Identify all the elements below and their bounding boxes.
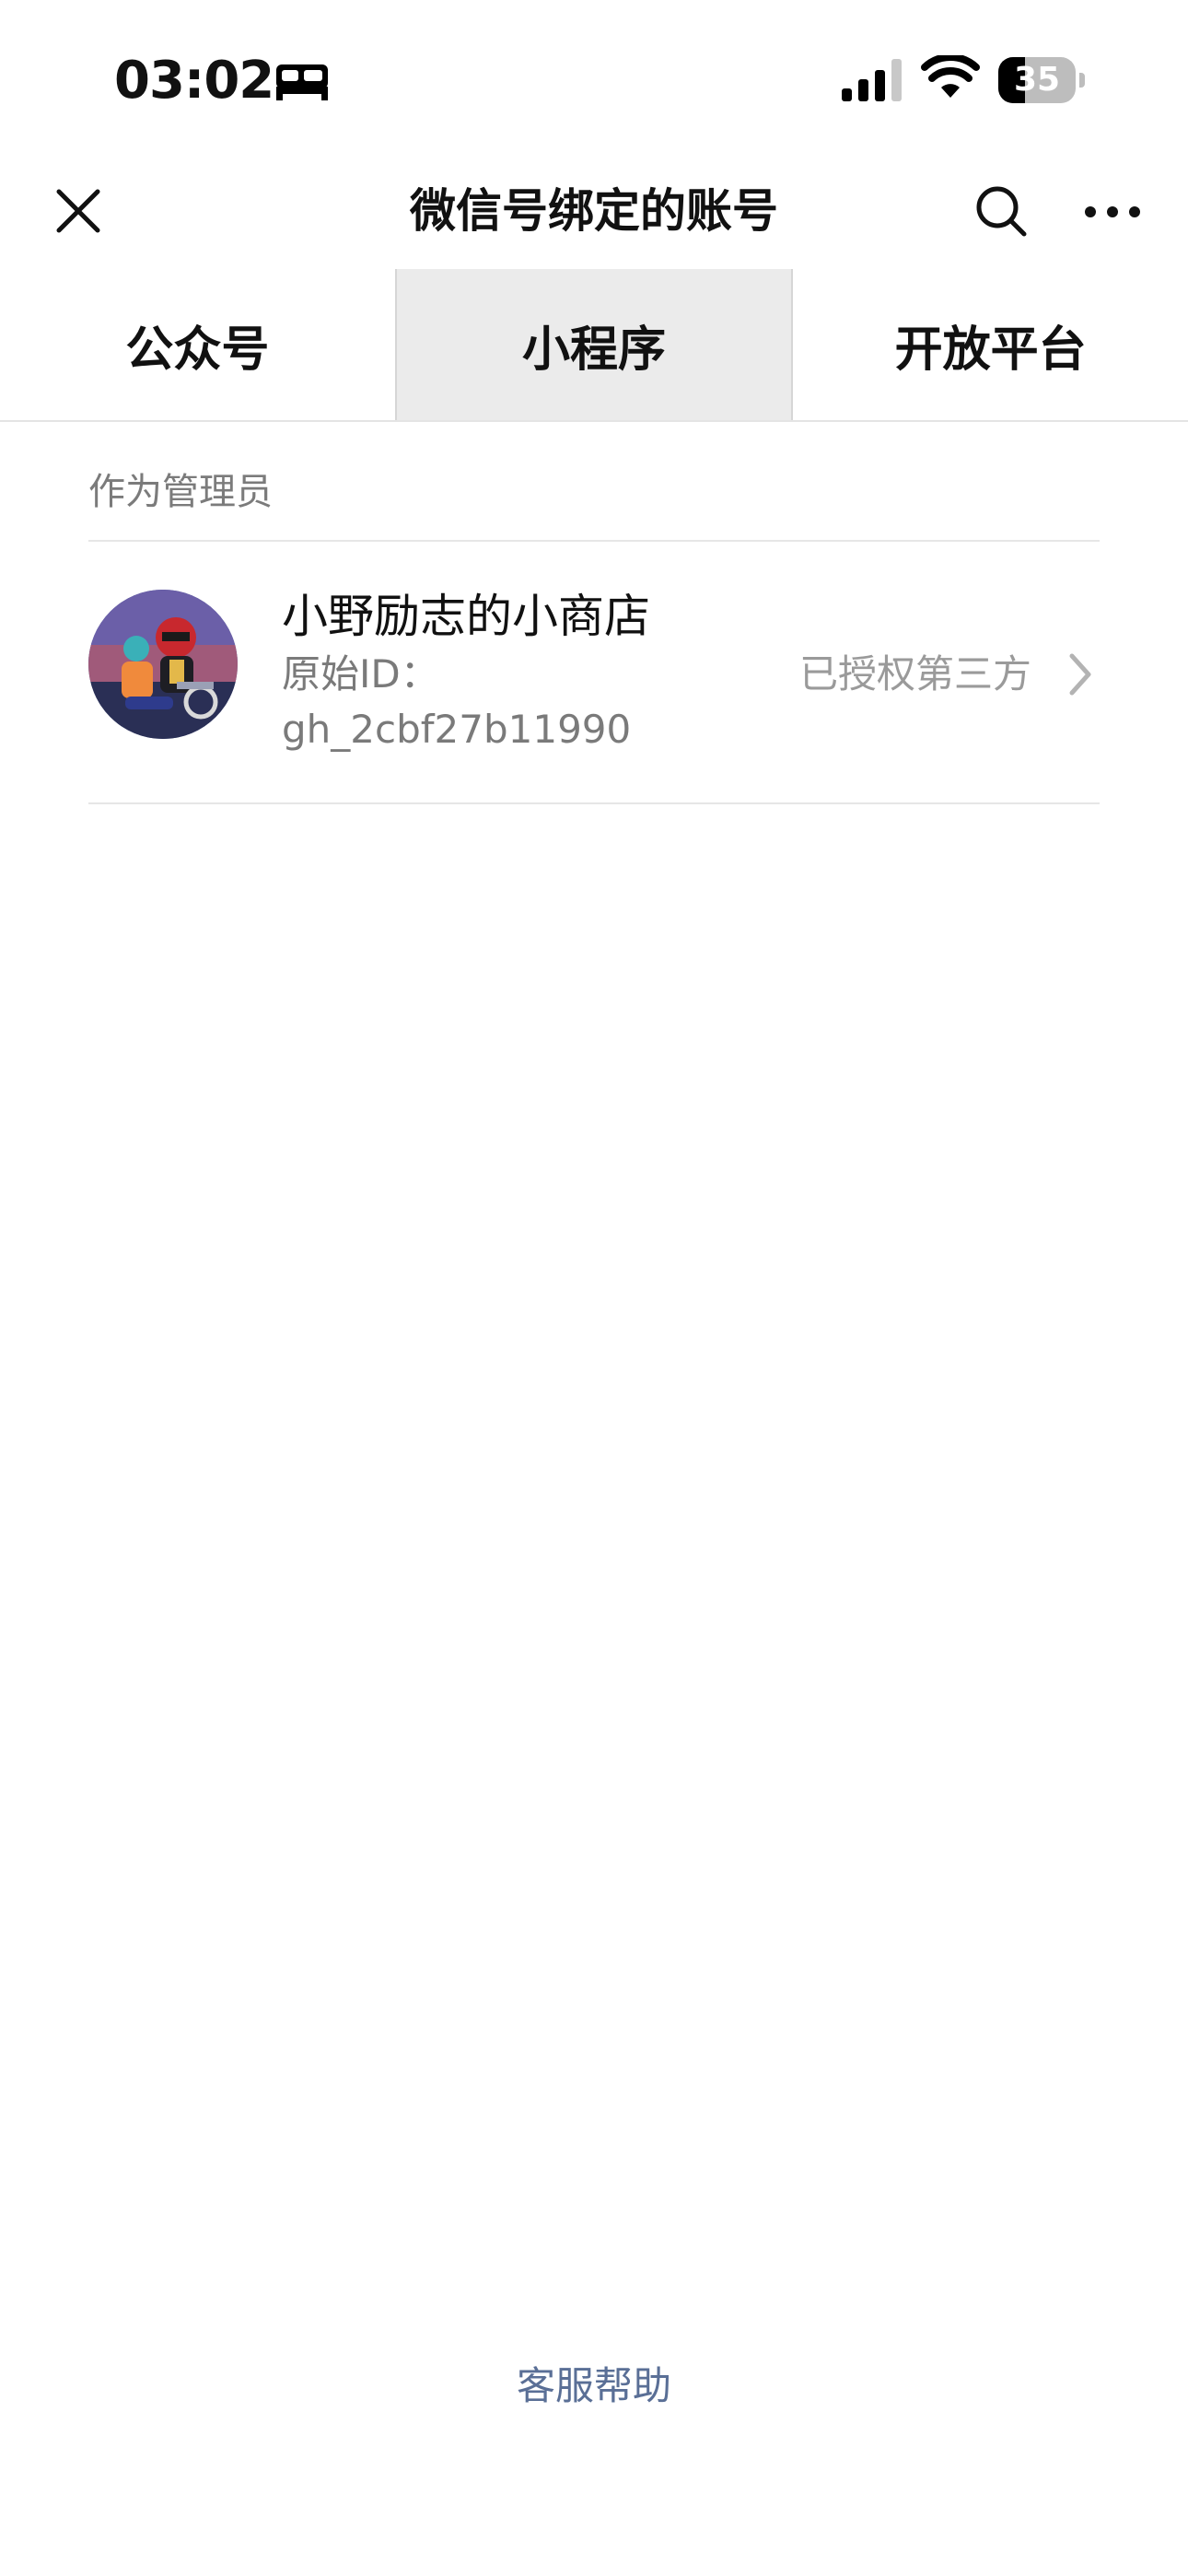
signal-icon — [842, 59, 902, 101]
tab-bar: 公众号 小程序 开放平台 — [0, 269, 1188, 422]
list-item[interactable]: 小野励志的小商店 原始ID： gh_2cbf27b11990 已授权第三方 — [88, 544, 1100, 802]
more-icon[interactable] — [1079, 188, 1146, 236]
tab-mini-programs[interactable]: 小程序 — [394, 269, 794, 420]
nav-bar: 微信号绑定的账号 — [0, 157, 1188, 267]
wifi-icon — [921, 55, 980, 98]
sleep-icon — [276, 64, 328, 100]
search-icon[interactable] — [969, 179, 1035, 245]
item-name: 小野励志的小商店 — [282, 590, 650, 643]
status-time: 03:02 — [114, 51, 274, 111]
avatar — [88, 590, 238, 739]
item-status: 已授权第三方 — [799, 651, 1032, 697]
battery-body: 35 — [998, 57, 1076, 103]
section-header: 作为管理员 — [88, 471, 273, 513]
item-id-label: 原始ID： — [282, 651, 439, 697]
item-id-value: gh_2cbf27b11990 — [282, 707, 632, 752]
status-bar: 03:02 35 — [0, 0, 1188, 157]
close-icon[interactable] — [46, 179, 111, 243]
divider — [88, 540, 1100, 542]
tab-official-accounts[interactable]: 公众号 — [0, 269, 395, 420]
divider — [88, 802, 1100, 804]
battery-icon: 35 — [998, 57, 1085, 103]
tab-open-platform[interactable]: 开放平台 — [793, 269, 1188, 420]
battery-level: 35 — [1013, 61, 1061, 99]
chevron-right-icon — [1069, 653, 1091, 696]
battery-tip — [1079, 73, 1085, 88]
help-link[interactable]: 客服帮助 — [0, 2359, 1188, 2414]
